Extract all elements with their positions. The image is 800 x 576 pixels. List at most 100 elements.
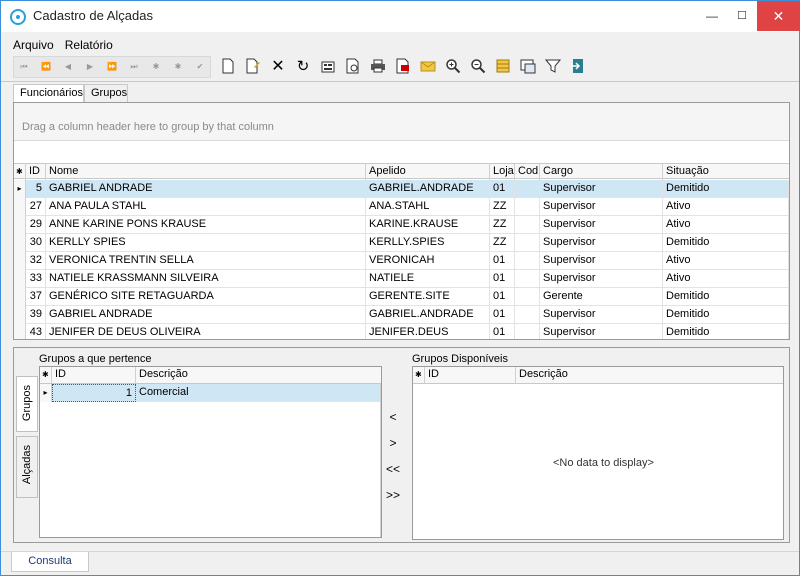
maximize-button[interactable]: ☐ — [728, 1, 756, 31]
table-row[interactable]: 29 ANNE KARINE PONS KRAUSE KARINE.KRAUSE ZZ… — [14, 216, 789, 234]
cell-loja[interactable]: 01 — [490, 324, 515, 339]
cell-cod[interactable] — [515, 270, 540, 288]
table-row[interactable]: 30 KERLLY SPIES KERLLY.SPIES ZZ Supervisor De… — [14, 234, 789, 252]
cell-cod[interactable] — [515, 234, 540, 252]
cell-cod[interactable] — [515, 288, 540, 306]
cell-apelido[interactable]: GERENTE.SITE — [366, 288, 490, 306]
col-situacao[interactable]: Situação — [663, 164, 789, 180]
insert-record-icon[interactable]: ✱ — [148, 60, 164, 74]
cell-loja[interactable]: 01 — [490, 270, 515, 288]
col-cod[interactable]: Cod — [515, 164, 540, 180]
exit-icon[interactable] — [569, 58, 587, 76]
cell-situacao[interactable]: Demitido — [663, 306, 789, 324]
add-all-groups-button[interactable]: >> — [383, 488, 403, 502]
cell-situacao[interactable]: Demitido — [663, 180, 789, 198]
cell-id[interactable]: 32 — [26, 252, 46, 270]
edit-document-icon[interactable] — [244, 58, 262, 76]
close-button[interactable]: ✕ — [757, 1, 800, 31]
export-pdf-icon[interactable] — [394, 58, 412, 76]
cell-nome[interactable]: GENÉRICO SITE RETAGUARDA — [46, 288, 366, 306]
table-row[interactable]: 33 NATIELE KRASSMANN SILVEIRA NATIELE 01 Sup… — [14, 270, 789, 288]
col-id[interactable]: ID — [425, 367, 516, 383]
post-record-icon[interactable]: ✔ — [192, 60, 208, 74]
cell-cod[interactable] — [515, 324, 540, 339]
preview-icon[interactable] — [344, 58, 362, 76]
cell-id[interactable]: 33 — [26, 270, 46, 288]
cell-loja[interactable]: 01 — [490, 288, 515, 306]
cell-loja[interactable]: ZZ — [490, 216, 515, 234]
cell-cargo[interactable]: Supervisor — [540, 306, 663, 324]
zoom-in-icon[interactable] — [444, 58, 462, 76]
add-group-button[interactable]: > — [383, 436, 403, 450]
table-row[interactable]: 37 GENÉRICO SITE RETAGUARDA GERENTE.SITE 01… — [14, 288, 789, 306]
side-tab-grupos[interactable]: Grupos — [16, 376, 38, 432]
tab-consulta[interactable]: Consulta — [11, 552, 89, 572]
cell-loja[interactable]: 01 — [490, 252, 515, 270]
tab-grupos[interactable]: Grupos — [84, 84, 128, 102]
group-by-panel[interactable]: Drag a column header here to group by th… — [14, 103, 789, 141]
remove-all-groups-button[interactable]: << — [383, 462, 403, 476]
cell-id[interactable]: 29 — [26, 216, 46, 234]
col-id[interactable]: ID — [52, 367, 136, 383]
table-row[interactable]: ▸ 1 Comercial — [40, 384, 381, 402]
menu-arquivo[interactable]: Arquivo — [13, 38, 54, 52]
cell-nome[interactable]: ANNE KARINE PONS KRAUSE — [46, 216, 366, 234]
first-record-icon[interactable]: ⏮ — [16, 60, 32, 74]
cell-situacao[interactable]: Ativo — [663, 270, 789, 288]
col-descricao[interactable]: Descrição — [136, 367, 381, 383]
filter-icon[interactable] — [544, 58, 562, 76]
table-row[interactable]: 39 GABRIEL ANDRADE GABRIEL.ANDRADE 01 Superv… — [14, 306, 789, 324]
col-apelido[interactable]: Apelido — [366, 164, 490, 180]
minimize-button[interactable]: — — [698, 1, 726, 31]
table-row[interactable]: 32 VERONICA TRENTIN SELLA VERONICAH 01 Super… — [14, 252, 789, 270]
cell-cod[interactable] — [515, 252, 540, 270]
cell-apelido[interactable]: JENIFER.DEUS — [366, 324, 490, 339]
cell-nome[interactable]: JENIFER DE DEUS OLIVEIRA — [46, 324, 366, 339]
cell-nome[interactable]: VERONICA TRENTIN SELLA — [46, 252, 366, 270]
next-page-icon[interactable]: ⏩ — [104, 60, 120, 74]
cell-situacao[interactable]: Demitido — [663, 288, 789, 306]
cell-cargo[interactable]: Gerente — [540, 288, 663, 306]
cell-cod[interactable] — [515, 216, 540, 234]
email-icon[interactable] — [419, 58, 437, 76]
prev-page-icon[interactable]: ⏪ — [38, 60, 54, 74]
cell-cargo[interactable]: Supervisor — [540, 180, 663, 198]
prev-record-icon[interactable]: ◀ — [60, 60, 76, 74]
zoom-out-icon[interactable] — [469, 58, 487, 76]
col-cargo[interactable]: Cargo — [540, 164, 663, 180]
cell-loja[interactable]: 01 — [490, 306, 515, 324]
cell-apelido[interactable]: VERONICAH — [366, 252, 490, 270]
cell-cod[interactable] — [515, 198, 540, 216]
cell-cod[interactable] — [515, 180, 540, 198]
cell-cargo[interactable]: Supervisor — [540, 324, 663, 339]
cell-nome[interactable]: GABRIEL ANDRADE — [46, 306, 366, 324]
col-descricao[interactable]: Descrição — [516, 367, 783, 383]
cell-apelido[interactable]: KERLLY.SPIES — [366, 234, 490, 252]
col-id[interactable]: ID — [26, 164, 46, 180]
cell-id[interactable]: 39 — [26, 306, 46, 324]
cell-loja[interactable]: 01 — [490, 180, 515, 198]
cell-cargo[interactable]: Supervisor — [540, 252, 663, 270]
cell-apelido[interactable]: ANA.STAHL — [366, 198, 490, 216]
cell-loja[interactable]: ZZ — [490, 198, 515, 216]
delete-icon[interactable]: ✕ — [269, 58, 287, 76]
col-nome[interactable]: Nome — [46, 164, 366, 180]
cell-situacao[interactable]: Ativo — [663, 216, 789, 234]
new-row-icon[interactable]: ✱ — [14, 164, 26, 180]
remove-group-button[interactable]: < — [383, 410, 403, 424]
new-document-icon[interactable] — [219, 58, 237, 76]
properties-icon[interactable] — [319, 58, 337, 76]
table-row[interactable]: 27 ANA PAULA STAHL ANA.STAHL ZZ Supervisor At… — [14, 198, 789, 216]
refresh-icon[interactable]: ↻ — [294, 58, 312, 76]
cell-id[interactable]: 27 — [26, 198, 46, 216]
cell-apelido[interactable]: NATIELE — [366, 270, 490, 288]
cell-cargo[interactable]: Supervisor — [540, 270, 663, 288]
table-row[interactable]: 43 JENIFER DE DEUS OLIVEIRA JENIFER.DEUS 01… — [14, 324, 789, 339]
col-loja[interactable]: Loja — [490, 164, 515, 180]
cell-apelido[interactable]: KARINE.KRAUSE — [366, 216, 490, 234]
menu-relatorio[interactable]: Relatório — [65, 38, 113, 52]
cell-situacao[interactable]: Ativo — [663, 198, 789, 216]
cell-id[interactable]: 5 — [26, 180, 46, 198]
cell-nome[interactable]: NATIELE KRASSMANN SILVEIRA — [46, 270, 366, 288]
last-record-icon[interactable]: ⏭ — [126, 60, 142, 74]
